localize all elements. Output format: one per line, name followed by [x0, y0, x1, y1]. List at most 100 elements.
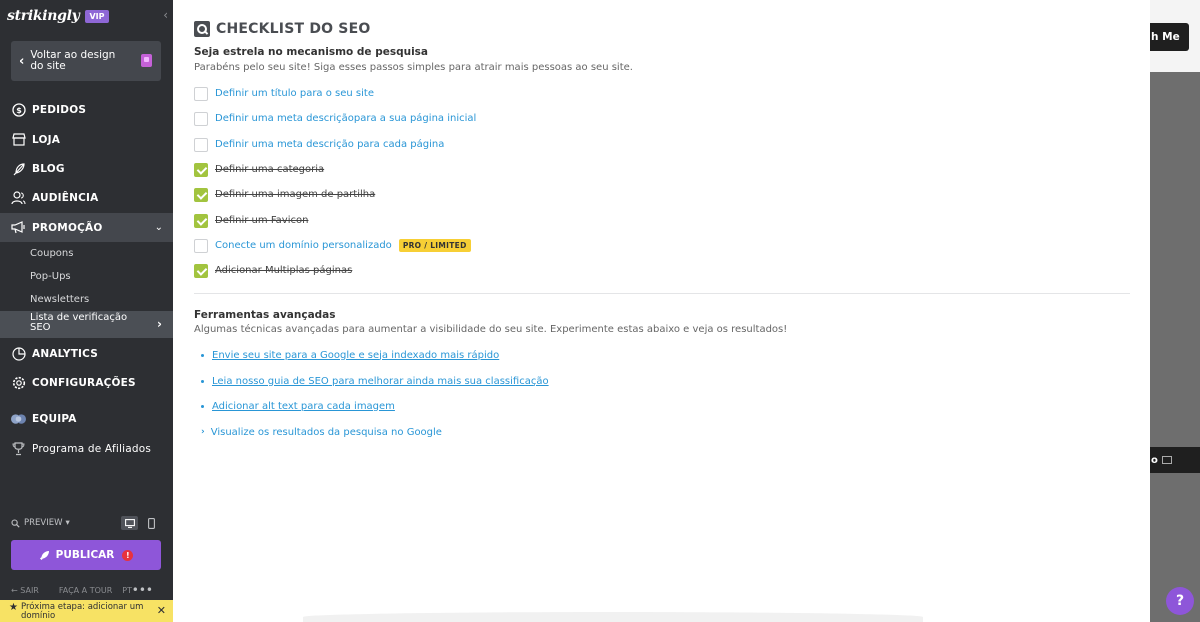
search-icon — [11, 518, 20, 528]
checkbox-checked[interactable] — [194, 213, 208, 228]
caret-down-icon: ▾ — [65, 518, 70, 528]
checklist-item[interactable]: Definir um título para o seu site — [194, 86, 374, 101]
collapse-sidebar-icon[interactable]: ‹ — [163, 8, 168, 22]
sidebar-header: strikingly VIP ‹ — [0, 0, 173, 32]
nav-afiliados[interactable]: Programa de Afiliados — [0, 434, 173, 463]
google-preview-link[interactable]: Visualize os resultados da pesquisa no G… — [211, 427, 442, 438]
checkbox[interactable] — [194, 86, 208, 101]
search-icon — [194, 21, 210, 37]
bullet — [201, 353, 204, 357]
more-options-icon[interactable]: ••• — [132, 583, 153, 597]
nav-pedidos[interactable]: $ PEDIDOS — [0, 95, 173, 124]
tour-link[interactable]: FAÇA A TOUR — [59, 586, 112, 595]
sidebar: strikingly VIP ‹ ‹ Voltar ao design do s… — [0, 0, 173, 622]
checklist-item[interactable]: Adicionar Multiplas páginas — [194, 263, 352, 278]
site-image-bar-label: o — [1151, 454, 1158, 466]
megaphone-icon — [11, 220, 26, 235]
back-button-label: Voltar ao design do site — [30, 49, 116, 72]
checklist-label-done: Definir uma categoria — [215, 164, 325, 175]
preview-row: PREVIEW ▾ — [11, 515, 161, 531]
next-step-text: Próxima etapa: adicionar um domínio — [20, 602, 144, 621]
checkbox[interactable] — [194, 137, 208, 152]
subnav-label: Lista de verificação SEO — [30, 312, 128, 333]
next-step-banner[interactable]: ★ Próxima etapa: adicionar um domínio ✕ — [0, 600, 173, 622]
checklist-item[interactable]: Definir uma imagem de partilha — [194, 187, 375, 202]
section-heading-search: Seja estrela no mecanismo de pesquisa — [194, 46, 429, 58]
advanced-link-item[interactable]: Leia nosso guia de SEO para melhorar ain… — [201, 374, 549, 388]
checkbox[interactable] — [194, 238, 208, 253]
close-icon[interactable]: ✕ — [157, 604, 166, 617]
team-icon — [11, 411, 26, 426]
subnav-newsletters[interactable]: Newsletters — [30, 294, 89, 305]
desktop-icon — [124, 518, 135, 528]
warning-icon: ! — [122, 549, 134, 561]
sidebar-footer: ← SAIR FAÇA A TOUR PT ••• — [11, 583, 163, 597]
rocket-icon — [39, 550, 49, 560]
checklist-link[interactable]: Conecte um domínio personalizado — [215, 240, 392, 251]
back-to-design-button[interactable]: ‹ Voltar ao design do site — [11, 41, 161, 81]
desktop-view-button[interactable] — [121, 516, 138, 530]
checklist-label-done: Definir uma imagem de partilha — [215, 189, 376, 200]
nav-promocao[interactable]: PROMOÇÃO ⌄ — [0, 213, 173, 242]
advanced-link-item[interactable]: Envie seu site para a Google e seja inde… — [201, 348, 499, 362]
help-button[interactable]: ? — [1166, 587, 1194, 615]
mobile-icon — [148, 517, 155, 529]
nav-loja[interactable]: LOJA — [0, 125, 173, 154]
nav-blog[interactable]: BLOG — [0, 154, 173, 183]
help-label: ? — [1175, 593, 1185, 609]
checklist-link[interactable]: Definir uma meta descriçãopara a sua pág… — [215, 113, 476, 124]
bullet — [201, 379, 204, 383]
nav-label: EQUIPA — [32, 412, 77, 425]
subnav-coupons[interactable]: Coupons — [30, 248, 73, 259]
nav-label: CONFIGURAÇÕES — [32, 376, 136, 389]
svg-text:$: $ — [16, 106, 22, 115]
checklist-link[interactable]: Definir uma meta descrição para cada pág… — [215, 139, 444, 150]
strikingly-logo[interactable]: strikingly — [7, 8, 80, 24]
gear-icon — [11, 375, 26, 390]
language-selector[interactable]: PT — [122, 586, 132, 595]
trophy-icon — [11, 441, 26, 456]
nav-label: Programa de Afiliados — [32, 442, 151, 455]
chevron-right-icon: › — [201, 427, 205, 437]
nav-audiencia[interactable]: AUDIÊNCIA — [0, 183, 173, 212]
nav-equipa[interactable]: EQUIPA — [0, 404, 173, 433]
checkbox-checked[interactable] — [194, 162, 208, 177]
exit-label: SAIR — [20, 586, 39, 595]
nav-label: AUDIÊNCIA — [32, 191, 99, 204]
checklist-item[interactable]: Definir um Favicon — [194, 213, 308, 228]
advanced-link-item[interactable]: Adicionar alt text para cada imagem — [201, 399, 395, 413]
checklist-item[interactable]: Definir uma categoria — [194, 162, 324, 177]
seo-checklist-panel: CHECKLIST DO SEO Seja estrela no mecanis… — [173, 0, 1150, 622]
site-image-bar: o — [1150, 447, 1200, 473]
checkbox-checked[interactable] — [194, 263, 208, 278]
publish-button[interactable]: PUBLICAR ! — [11, 540, 161, 570]
subnav-seo-checklist[interactable]: Lista de verificação SEO › — [0, 311, 173, 338]
preview-toggle[interactable]: PREVIEW ▾ — [11, 518, 70, 528]
nav-label: ANALYTICS — [32, 347, 99, 360]
checkbox-checked[interactable] — [194, 187, 208, 202]
advanced-link[interactable]: Envie seu site para a Google e seja inde… — [212, 350, 499, 361]
site-header-button: h Me — [1150, 23, 1189, 51]
exit-link[interactable]: ← SAIR — [11, 586, 49, 595]
chevron-left-icon: ‹ — [19, 53, 25, 69]
checklist-label-done: Adicionar Multiplas páginas — [215, 265, 353, 276]
checkbox[interactable] — [194, 111, 208, 126]
pro-limited-badge: PRO / LIMITED — [398, 239, 471, 252]
checklist-item[interactable]: Definir uma meta descriçãopara a sua pág… — [194, 111, 476, 126]
panel-bottom-shadow — [303, 612, 923, 622]
checklist-item[interactable]: Conecte um domínio personalizado PRO / L… — [194, 238, 471, 253]
subnav-popups[interactable]: Pop-Ups — [30, 271, 71, 282]
nav-label: BLOG — [32, 162, 65, 175]
checklist-link[interactable]: Definir um título para o seu site — [215, 88, 374, 99]
nav-configuracoes[interactable]: CONFIGURAÇÕES — [0, 368, 173, 397]
design-palette-icon — [141, 54, 152, 67]
mobile-view-button[interactable] — [143, 516, 160, 530]
nav-label: PROMOÇÃO — [32, 221, 103, 234]
google-preview-toggle[interactable]: › Visualize os resultados da pesquisa no… — [201, 425, 442, 439]
checklist-item[interactable]: Definir uma meta descrição para cada pág… — [194, 137, 444, 152]
nav-analytics[interactable]: ANALYTICS — [0, 339, 173, 368]
advanced-link[interactable]: Leia nosso guia de SEO para melhorar ain… — [212, 376, 549, 387]
site-header-button-label: h Me — [1151, 31, 1180, 43]
advanced-link[interactable]: Adicionar alt text para cada imagem — [212, 401, 395, 412]
checklist-label-done: Definir um Favicon — [215, 215, 309, 226]
